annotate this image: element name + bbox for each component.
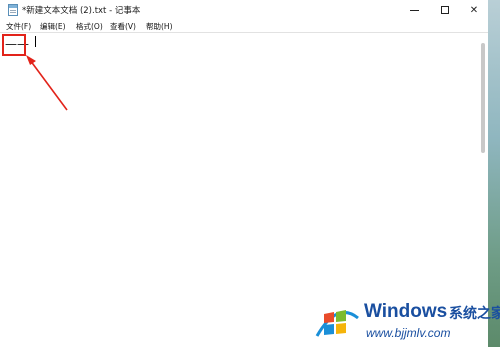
minimize-icon [409, 9, 419, 11]
menu-view[interactable]: 查看(V) [110, 21, 136, 32]
maximize-icon [441, 6, 449, 14]
annotation-arrow-icon [26, 55, 68, 111]
maximize-button[interactable] [431, 0, 459, 20]
scrollbar-thumb[interactable] [481, 43, 485, 153]
windows-flag-logo-icon [315, 310, 359, 337]
close-button[interactable]: ✕ [460, 0, 488, 20]
close-icon: ✕ [469, 4, 479, 16]
watermark: Windows 系统之家 www.bjjmlv.com [312, 296, 500, 347]
watermark-url: www.bjjmlv.com [366, 326, 451, 340]
watermark-brand: Windows [364, 301, 448, 322]
menu-format[interactable]: 格式(O) [76, 21, 103, 32]
minimize-button[interactable] [400, 0, 428, 20]
menu-help[interactable]: 帮助(H) [146, 21, 173, 32]
watermark-brand-cn: 系统之家 [449, 306, 500, 322]
